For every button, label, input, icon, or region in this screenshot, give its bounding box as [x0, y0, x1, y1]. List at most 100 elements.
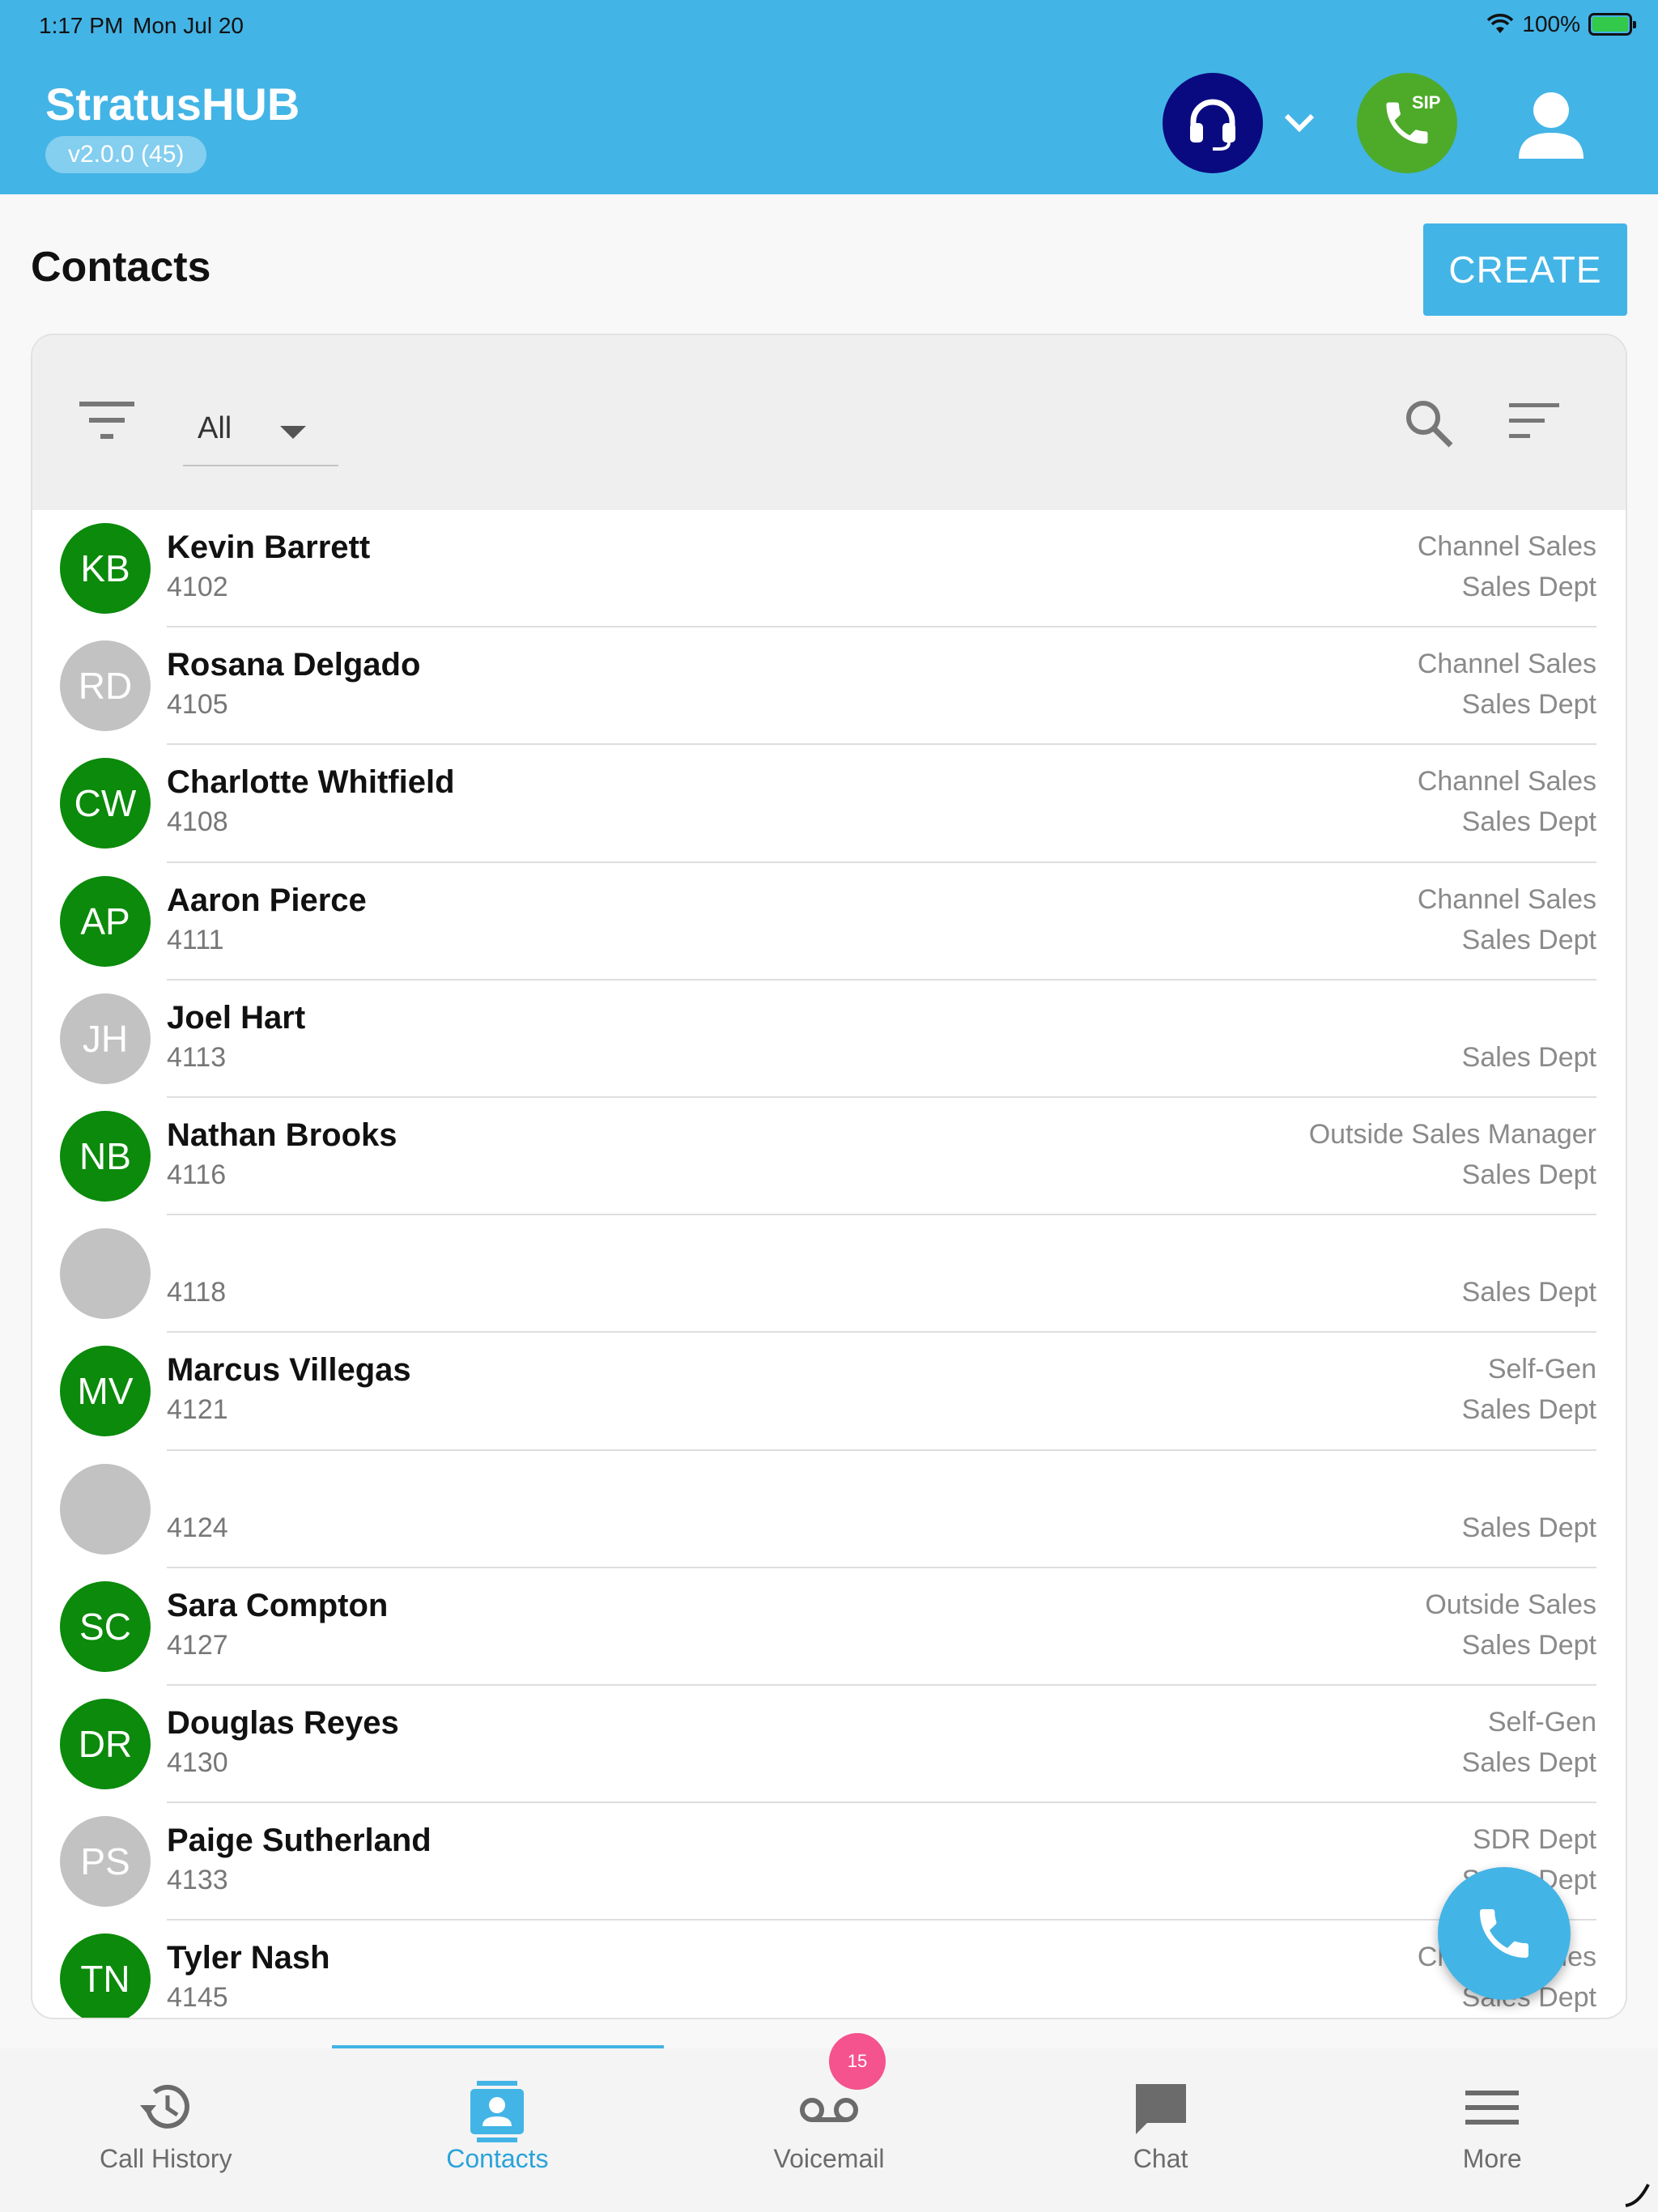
contact-name: Marcus Villegas	[167, 1352, 411, 1389]
status-time: 1:17 PM	[39, 13, 124, 38]
contact-dept: Sales Dept	[1461, 806, 1596, 838]
filter-icon[interactable]	[79, 400, 134, 445]
nav-call-history[interactable]: Call History	[0, 2048, 332, 2212]
create-contact-button[interactable]: CREATE	[1423, 223, 1627, 316]
avatar: PS	[60, 1816, 151, 1908]
user-icon	[1519, 92, 1584, 159]
contact-row[interactable]: TNTyler Nash4145Channel SalesSales Dept	[32, 1921, 1626, 2018]
contact-ext: 4116	[167, 1159, 227, 1190]
app-header: 1:17 PM Mon Jul 20 100% StratusHUB v2.0.…	[0, 0, 1658, 194]
contact-dept: Sales Dept	[1461, 924, 1596, 955]
avatar: NB	[60, 1110, 151, 1202]
avatar: MV	[60, 1346, 151, 1437]
contact-dept: Sales Dept	[1461, 572, 1596, 602]
nav-more[interactable]: More	[1326, 2048, 1658, 2212]
nav-voicemail[interactable]: Voicemail	[663, 2048, 995, 2212]
avatar	[60, 1463, 151, 1555]
contact-title: Outside Sales Manager	[1308, 1118, 1596, 1150]
contact-row[interactable]: MV Marcus Villegas 4121 Self-Gen Sales Dept	[32, 1333, 1626, 1451]
avatar: DR	[60, 1698, 151, 1789]
contact-row[interactable]: 4124 Sales Dept	[32, 1451, 1626, 1568]
chat-icon	[1133, 2081, 1189, 2142]
nav-label: Call History	[100, 2144, 232, 2173]
contact-list: KB Kevin Barrett 4102 Channel Sales Sales De…	[32, 510, 1626, 2018]
contacts-card: All KB Kevin Barrett 4102 Channel Sales Sale…	[31, 334, 1627, 2019]
contact-name: Nathan Brooks	[167, 1117, 397, 1153]
dial-fab-button[interactable]	[1438, 1867, 1571, 2000]
call-center-button[interactable]	[1163, 73, 1263, 173]
contact-ext: 4118	[167, 1277, 227, 1308]
status-date: Mon Jul 20	[133, 13, 244, 38]
sort-icon[interactable]	[1509, 403, 1559, 445]
voicemail-icon	[798, 2081, 860, 2138]
contact-ext: 4133	[167, 1865, 228, 1896]
wifi-icon	[1487, 14, 1514, 33]
contact-ext: 4108	[167, 806, 228, 838]
avatar: TN	[60, 1933, 151, 2018]
avatar: CW	[60, 758, 151, 849]
contact-row[interactable]: PSPaige Sutherland4133SDR DeptSales Dept	[32, 1803, 1626, 1921]
contact-title: Channel Sales	[1417, 883, 1596, 915]
contact-ext: 4111	[167, 924, 224, 955]
chevron-down-icon[interactable]	[1279, 105, 1320, 141]
nav-label: More	[1462, 2144, 1522, 2173]
nav-contacts[interactable]: Contacts	[332, 2048, 664, 2212]
nav-label: Voicemail	[773, 2144, 885, 2173]
version-badge: v2.0.0 (45)	[45, 136, 207, 173]
contact-ext: 4102	[167, 572, 228, 602]
contact-title: Self-Gen	[1487, 1706, 1596, 1738]
scope-value: All	[198, 411, 232, 445]
nav-label: Contacts	[446, 2144, 549, 2173]
contact-row[interactable]: SC Sara Compton 4127 Outside Sales Sales Dep…	[32, 1568, 1626, 1686]
app-title: StratusHUB	[45, 79, 300, 130]
contact-dept: Sales Dept	[1461, 1512, 1596, 1543]
avatar: RD	[60, 640, 151, 732]
contacts-icon	[470, 2081, 525, 2146]
battery-percent: 100%	[1522, 11, 1580, 36]
contact-ext: 4105	[167, 689, 228, 721]
contact-title: SDR Dept	[1472, 1824, 1596, 1856]
avatar: KB	[60, 523, 151, 614]
contact-row[interactable]: RD Rosana Delgado 4105 Channel Sales Sales D…	[32, 627, 1626, 746]
contact-dept: Sales Dept	[1461, 1277, 1596, 1308]
contact-name: Tyler Nash	[167, 1940, 330, 1976]
sip-phone-button[interactable]: SIP	[1357, 73, 1457, 173]
menu-icon	[1465, 2081, 1520, 2138]
sip-label: SIP	[1412, 92, 1441, 113]
contact-dept: Sales Dept	[1461, 1746, 1596, 1778]
contact-row[interactable]: CW Charlotte Whitfield 4108 Channel Sales Sa…	[32, 745, 1626, 863]
contact-ext: 4145	[167, 1982, 228, 2014]
scope-dropdown[interactable]: All	[183, 393, 338, 466]
profile-button[interactable]	[1511, 84, 1592, 165]
contact-dept: Sales Dept	[1461, 1629, 1596, 1661]
avatar: JH	[60, 993, 151, 1084]
avatar: AP	[60, 875, 151, 967]
contact-title: Channel Sales	[1417, 649, 1596, 680]
list-toolbar: All	[32, 335, 1626, 510]
voicemail-badge: 15	[829, 2033, 886, 2090]
page-title: Contacts	[31, 244, 211, 291]
contact-dept: Sales Dept	[1461, 1394, 1596, 1426]
history-icon	[137, 2081, 195, 2138]
contact-row[interactable]: 4118 Sales Dept	[32, 1215, 1626, 1334]
contact-row[interactable]: NB Nathan Brooks 4116 Outside Sales Manager…	[32, 1098, 1626, 1216]
contact-row[interactable]: JH Joel Hart 4113 Sales Dept	[32, 981, 1626, 1098]
headset-icon	[1190, 99, 1235, 151]
contact-dept: Sales Dept	[1461, 689, 1596, 721]
search-icon[interactable]	[1404, 398, 1454, 453]
dropdown-arrow-icon	[280, 426, 306, 439]
contact-row[interactable]: KB Kevin Barrett 4102 Channel Sales Sales De…	[32, 510, 1626, 628]
contact-title: Outside Sales	[1425, 1589, 1596, 1620]
contact-ext: 4127	[167, 1629, 228, 1661]
contact-row[interactable]: AP Aaron Pierce 4111 Channel Sales Sales Dep…	[32, 863, 1626, 981]
contact-name: Aaron Pierce	[167, 882, 367, 918]
bottom-nav: Call History Contacts Voicemail Chat Mor…	[0, 2048, 1658, 2212]
contact-row[interactable]: DR Douglas Reyes 4130 Self-Gen Sales Dept	[32, 1686, 1626, 1804]
contact-ext: 4130	[167, 1746, 228, 1778]
nav-chat[interactable]: Chat	[995, 2048, 1327, 2212]
contact-name: Charlotte Whitfield	[167, 764, 455, 801]
nav-label: Chat	[1133, 2144, 1188, 2173]
avatar	[60, 1228, 151, 1320]
contact-name: Kevin Barrett	[167, 530, 371, 565]
contact-title: Self-Gen	[1487, 1354, 1596, 1385]
